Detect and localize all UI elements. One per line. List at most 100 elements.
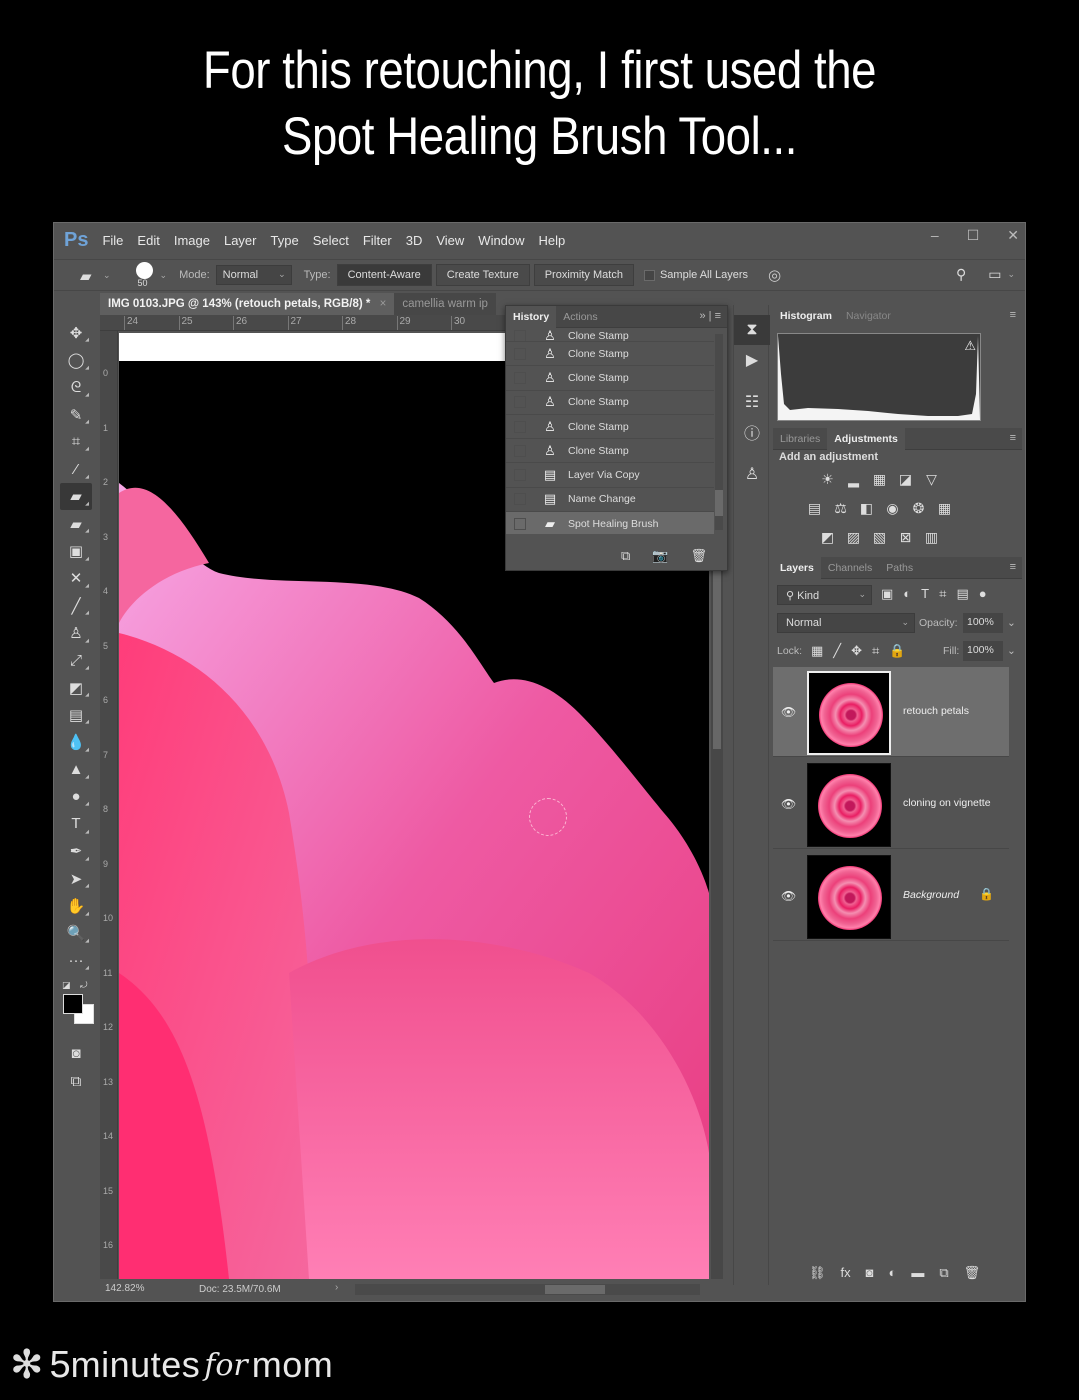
swap-colors-icon[interactable]: ⤾ (80, 980, 88, 991)
lock-image-pixels-icon[interactable]: ╱ (833, 643, 841, 659)
curves-icon[interactable]: ▦ (871, 471, 888, 488)
blur-tool[interactable]: 💧 ◢ (60, 728, 92, 755)
lock-transparent-pixels-icon[interactable]: ▦ (811, 643, 823, 659)
brightness-contrast-icon[interactable]: ☀ (819, 471, 836, 488)
blend-mode-select[interactable]: Normal ⌄ (777, 613, 915, 633)
tab-adjustments[interactable]: Adjustments (827, 427, 905, 450)
brush-tool[interactable]: ╱ ◢ (60, 592, 92, 619)
spot-healing-brush-tool[interactable]: ▰ ◢ (60, 482, 92, 511)
eye-visibility-icon[interactable]: 👁 (781, 705, 796, 719)
menu-file[interactable]: File (102, 233, 123, 248)
workspace-icon[interactable]: ▭ (988, 266, 1001, 283)
close-button[interactable]: ✕ (1007, 227, 1019, 244)
filter-toggle-icon[interactable]: ● (979, 586, 987, 602)
tab-actions[interactable]: Actions (556, 306, 604, 328)
history-item[interactable]: ▤ Layer Via Copy (506, 463, 714, 488)
status-menu-arrow-icon[interactable]: › (335, 1282, 338, 1293)
lasso-tool[interactable]: ᘓ ◢ (60, 374, 92, 401)
history-snapshot-checkbox[interactable] (514, 469, 526, 482)
type-content-aware-button[interactable]: Content-Aware (336, 264, 432, 286)
levels-icon[interactable]: ▂ (845, 471, 862, 488)
adjustments-menu-icon[interactable]: ≡ (1010, 432, 1016, 444)
black-white-icon[interactable]: ◧ (858, 500, 875, 517)
properties-icon[interactable]: ☷ (734, 387, 770, 417)
dodge-tool[interactable]: ● ◢ (60, 783, 92, 810)
eraser-tool[interactable]: ◩ ◢ (60, 674, 92, 701)
menu-3d[interactable]: 3D (406, 233, 423, 248)
gradient-tool[interactable]: ▤ ◢ (60, 701, 92, 728)
brush-picker-caret-icon[interactable]: ⌄ (160, 270, 168, 281)
hue-saturation-icon[interactable]: ▤ (806, 500, 823, 517)
pressure-size-icon[interactable]: ◎ (768, 266, 781, 284)
tab-channels[interactable]: Channels (821, 557, 879, 579)
lock-all-icon[interactable]: 🔒 (889, 643, 905, 659)
link-layers-icon[interactable]: ⛓ (809, 1265, 826, 1281)
history-snapshot-checkbox[interactable] (514, 330, 526, 341)
histogram-menu-icon[interactable]: ≡ (1010, 309, 1016, 321)
selective-color-icon[interactable]: ⊠ (897, 529, 914, 546)
new-group-folder-icon[interactable]: ▬ (911, 1265, 924, 1281)
history-snapshot-checkbox[interactable] (514, 493, 526, 506)
sample-all-layers-checkbox[interactable] (643, 269, 655, 281)
history-item[interactable]: ♙ Clone Stamp (506, 330, 714, 342)
workspace-caret-icon[interactable]: ⌄ (1007, 269, 1015, 280)
filter-type-icon[interactable]: T (921, 586, 929, 602)
vertical-scroll-thumb[interactable] (713, 559, 721, 749)
history-brush-tool[interactable]: ⤢ ◢ (60, 647, 92, 674)
gradient-map-icon[interactable]: ▥ (923, 529, 940, 546)
menu-window[interactable]: Window (478, 233, 524, 248)
quick-mask-mode-icon[interactable]: ◙ (60, 1040, 92, 1067)
history-panel-icon[interactable]: ⧗ (734, 315, 770, 345)
brush-picker[interactable]: 50 (133, 261, 157, 289)
layer-row[interactable]: 👁 cloning on vignette (773, 759, 1009, 849)
history-item[interactable]: ♙ Clone Stamp (506, 439, 714, 464)
type-create-texture-button[interactable]: Create Texture (435, 264, 530, 286)
content-aware-move-tool[interactable]: ✕ ◢ (60, 565, 92, 592)
lock-artboard-icon[interactable]: ⌗ (872, 643, 879, 659)
cache-warning-icon[interactable]: ⚠ (964, 338, 976, 354)
layer-row[interactable]: 👁 Background 🔒 (773, 851, 1009, 941)
menu-image[interactable]: Image (174, 233, 210, 248)
tab-navigator[interactable]: Navigator (839, 305, 898, 327)
clone-stamp-tool[interactable]: ♙ ◢ (60, 619, 92, 646)
new-document-from-state-icon[interactable]: ⧉ (621, 548, 630, 564)
opacity-input[interactable]: 100% (963, 613, 1003, 633)
invert-icon[interactable]: ◩ (819, 529, 836, 546)
tool-preset-caret-icon[interactable]: ⌄ (103, 270, 111, 281)
history-snapshot-checkbox[interactable] (514, 347, 526, 360)
elliptical-marquee-tool[interactable]: ◯ ◢ (60, 346, 92, 373)
history-item[interactable]: ▰ Spot Healing Brush (506, 512, 714, 534)
eye-visibility-icon[interactable]: 👁 (781, 889, 796, 903)
posterize-icon[interactable]: ▨ (845, 529, 862, 546)
color-lookup-icon[interactable]: ▦ (936, 500, 953, 517)
photo-filter-icon[interactable]: ◉ (884, 500, 901, 517)
layer-style-fx-icon[interactable]: fx (841, 1265, 851, 1281)
quick-selection-tool[interactable]: ✎ ◢ (60, 401, 92, 428)
layer-name[interactable]: cloning on vignette (903, 797, 991, 809)
history-snapshot-checkbox[interactable] (514, 517, 526, 530)
history-snapshot-checkbox[interactable] (514, 371, 526, 384)
layer-name[interactable]: retouch petals (903, 705, 969, 717)
actions-play-icon[interactable]: ▶ (734, 345, 770, 375)
crop-tool[interactable]: ⌗ ◢ (60, 428, 92, 455)
menu-help[interactable]: Help (539, 233, 566, 248)
menu-edit[interactable]: Edit (137, 233, 159, 248)
channel-mixer-icon[interactable]: ❂ (910, 500, 927, 517)
sharpen-tool[interactable]: ▲ ◢ (60, 756, 92, 783)
zoom-level[interactable]: 142.82% (105, 1283, 144, 1294)
document-tab-active[interactable]: IMG 0103.JPG @ 143% (retouch petals, RGB… (100, 293, 395, 315)
menu-view[interactable]: View (436, 233, 464, 248)
minimize-button[interactable]: – (931, 227, 939, 244)
default-colors-icon[interactable]: ◪ (62, 980, 71, 991)
history-item[interactable]: ▤ Name Change (506, 488, 714, 513)
layer-name[interactable]: Background (903, 889, 959, 901)
new-layer-icon[interactable]: ⧉ (939, 1265, 948, 1281)
maximize-button[interactable]: ☐ (967, 227, 980, 244)
delete-trash-icon[interactable]: 🗑 (690, 548, 707, 564)
eye-visibility-icon[interactable]: 👁 (781, 797, 796, 811)
lock-position-icon[interactable]: ✥ (851, 643, 862, 659)
filter-shape-icon[interactable]: ⌗ (939, 586, 946, 602)
menu-filter[interactable]: Filter (363, 233, 392, 248)
tab-layers[interactable]: Layers (773, 556, 821, 579)
add-mask-icon[interactable]: ◙ (866, 1265, 874, 1281)
